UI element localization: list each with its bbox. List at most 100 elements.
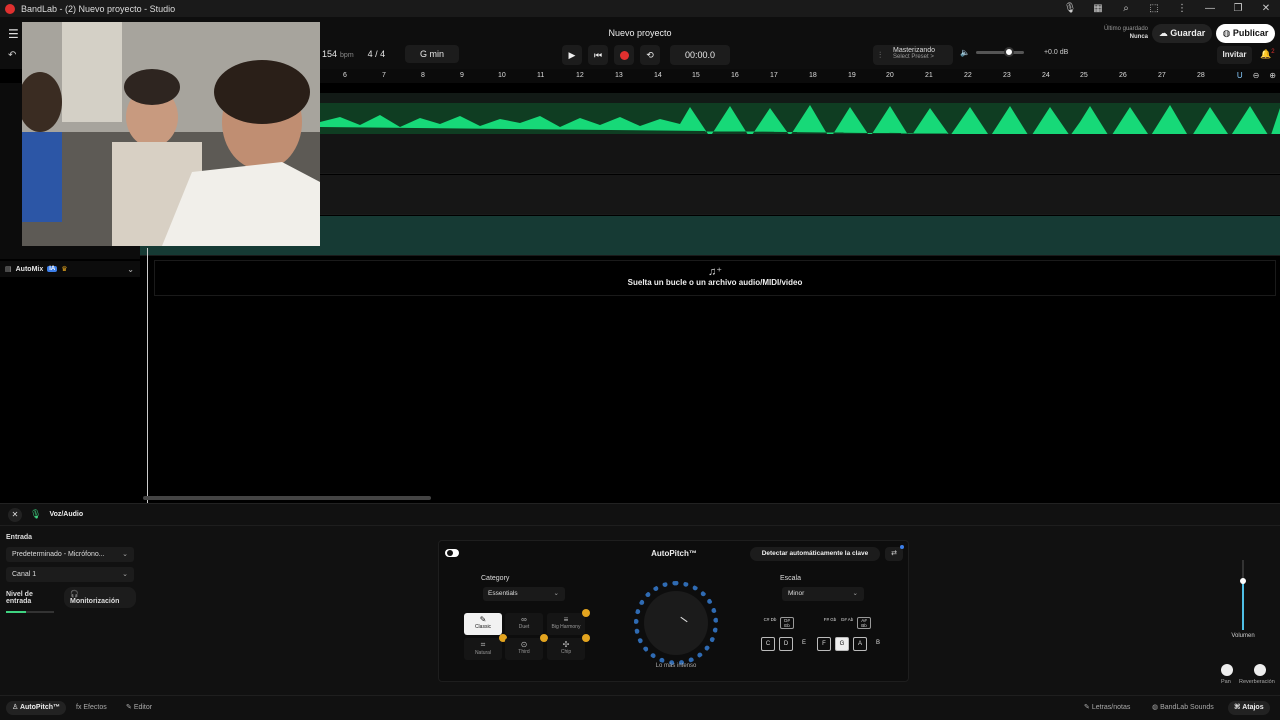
tab-shortcuts[interactable]: ⌘ Atajos bbox=[1228, 701, 1270, 715]
tab-editor[interactable]: ✎ Editor bbox=[120, 701, 158, 715]
ruler-mark: 17 bbox=[770, 72, 778, 79]
record-button[interactable] bbox=[614, 45, 634, 65]
autopitch-title: AutoPitch™ bbox=[651, 549, 697, 558]
mastering-preset: Select Preset > bbox=[893, 54, 934, 60]
tab-autopitch[interactable]: ♙ AutoPitch™ bbox=[6, 701, 67, 715]
preset-big-harmony[interactable]: ≡ Big Harmony bbox=[547, 609, 590, 635]
input-device-select[interactable]: Predeterminado - Micrófono... ⌄ bbox=[6, 547, 134, 562]
key-b[interactable]: B bbox=[871, 637, 885, 651]
key-d-sharp[interactable]: D# Eb bbox=[780, 617, 794, 629]
microphone-icon[interactable]: 🎙 bbox=[1056, 3, 1084, 14]
channel-select[interactable]: Canal 1 ⌄ bbox=[6, 567, 134, 582]
scale-label: Escala bbox=[780, 575, 802, 582]
scale-select[interactable]: Minor ⌄ bbox=[782, 587, 864, 601]
settings-sliders-icon[interactable]: ⇄ bbox=[885, 545, 904, 561]
hamburger-menu-icon[interactable]: ☰ bbox=[8, 27, 20, 41]
pan-label: Pan bbox=[1221, 679, 1231, 685]
tab-lyrics[interactable]: ✎ Letras/notas bbox=[1078, 701, 1136, 715]
save-button[interactable]: ☁ Guardar bbox=[1152, 24, 1212, 43]
autopitch-toggle[interactable] bbox=[445, 549, 459, 557]
zoom-out-icon[interactable]: ⊖ bbox=[1253, 71, 1260, 80]
ruler-mark: 14 bbox=[654, 72, 662, 79]
undo-icon[interactable]: ↶ bbox=[8, 50, 16, 61]
webcam-overlay bbox=[22, 22, 320, 246]
more-icon[interactable]: ⋮ bbox=[1168, 3, 1196, 14]
automix-label: AutoMix bbox=[15, 265, 44, 273]
volume-db: +0.0 dB bbox=[1043, 49, 1069, 56]
mastering-button[interactable]: ⫶ Masterizando Select Preset > bbox=[873, 45, 953, 65]
preset-third[interactable]: ⊙ Third bbox=[505, 634, 548, 660]
volume-thumb[interactable] bbox=[1240, 578, 1246, 584]
restore-icon[interactable]: ❐ bbox=[1224, 3, 1252, 14]
ruler-mark: 28 bbox=[1197, 72, 1205, 79]
key-f[interactable]: F bbox=[817, 637, 831, 651]
timeline-ruler[interactable]: 6 7 8 9 10 11 12 13 14 15 16 17 18 19 20… bbox=[320, 69, 1280, 83]
horizontal-scrollbar[interactable] bbox=[143, 496, 431, 500]
minimize-icon[interactable]: — bbox=[1196, 3, 1224, 14]
automix-row[interactable]: ▤ AutoMix IA ♛ ⌄ bbox=[0, 261, 140, 277]
track-volume-slider[interactable] bbox=[1238, 560, 1248, 630]
key-e[interactable]: E bbox=[797, 637, 811, 651]
detect-key-button[interactable]: Detectar automáticamente la clave bbox=[750, 547, 880, 561]
search-icon[interactable]: ⌕ bbox=[1112, 3, 1140, 14]
ruler-mark: 20 bbox=[886, 72, 894, 79]
harmony-icon: ≡ bbox=[563, 615, 569, 624]
chip-icon: ✣ bbox=[562, 640, 570, 649]
project-name[interactable]: Nuevo proyecto bbox=[540, 28, 740, 38]
intensity-knob-body bbox=[644, 591, 708, 655]
monitoring-button[interactable]: 🎧 Monitorización bbox=[64, 587, 136, 608]
key-f-sharp[interactable]: F# Gb bbox=[823, 617, 837, 629]
key-c[interactable]: C bbox=[761, 637, 775, 651]
input-settings: Entrada Predeterminado - Micrófono... ⌄ C… bbox=[6, 534, 136, 613]
tab-effects[interactable]: fx Efectos bbox=[70, 701, 113, 715]
loop-icon: ⟲ bbox=[646, 49, 654, 60]
close-panel-icon[interactable]: ✕ bbox=[8, 507, 22, 522]
drop-zone[interactable]: ♫⁺ Suelta un bucle o un archivo audio/MI… bbox=[154, 260, 1276, 296]
loop-button[interactable]: ⟲ bbox=[640, 45, 660, 65]
publish-button[interactable]: ◍ Publicar bbox=[1216, 24, 1275, 43]
notification-bell-icon[interactable]: 🔔2 bbox=[1260, 49, 1275, 60]
playhead[interactable] bbox=[147, 248, 148, 503]
pan-knob[interactable] bbox=[1221, 664, 1233, 676]
duet-icon: ∞ bbox=[521, 615, 527, 624]
invite-button[interactable]: Invitar bbox=[1217, 46, 1252, 64]
tempo-meter: 154 bpm 4 / 4 bbox=[322, 45, 385, 63]
premium-lock-icon bbox=[582, 609, 590, 617]
piano-icon[interactable]: ▦ bbox=[1084, 3, 1112, 14]
category-select[interactable]: Essentials ⌄ bbox=[483, 587, 565, 601]
speaker-icon[interactable]: 🔈 bbox=[960, 48, 970, 57]
panel-header: ✕ 🎙 Voz/Audio bbox=[0, 504, 1280, 526]
key-a-sharp[interactable]: A# Bb bbox=[857, 617, 871, 629]
zoom-in-icon[interactable]: ⊕ bbox=[1269, 71, 1276, 80]
preset-duet[interactable]: ∞ Duet bbox=[505, 613, 543, 635]
key-g-sharp[interactable]: G# Ab bbox=[840, 617, 854, 629]
snap-magnet-icon[interactable]: U bbox=[1237, 71, 1243, 80]
rewind-button[interactable]: ⏮ bbox=[588, 45, 608, 65]
time-signature[interactable]: 4 / 4 bbox=[368, 49, 386, 59]
extensions-icon[interactable]: ⬚ bbox=[1140, 3, 1168, 14]
close-window-icon[interactable]: ✕ bbox=[1252, 3, 1280, 14]
window-title: BandLab - (2) Nuevo proyecto - Studio bbox=[21, 3, 176, 14]
master-volume-slider[interactable] bbox=[975, 47, 1024, 57]
ruler-mark: 8 bbox=[421, 72, 425, 79]
key-c-sharp[interactable]: C# Db bbox=[763, 617, 777, 629]
bpm-value[interactable]: 154 bpm bbox=[322, 49, 354, 59]
volume-slider-thumb[interactable] bbox=[1003, 47, 1014, 57]
preset-natural[interactable]: ⌗ Natural bbox=[464, 634, 507, 660]
key-a[interactable]: A bbox=[853, 637, 867, 651]
bandlab-logo-icon bbox=[5, 3, 15, 14]
tab-bandlab-sounds[interactable]: ◍ BandLab Sounds bbox=[1146, 701, 1220, 715]
headphones-icon: 🎧 bbox=[70, 591, 79, 598]
volume-fill bbox=[1242, 580, 1244, 630]
reverb-knob[interactable] bbox=[1254, 664, 1266, 676]
key-d[interactable]: D bbox=[779, 637, 793, 651]
premium-lock-icon bbox=[582, 634, 590, 642]
chevron-down-icon[interactable]: ⌄ bbox=[127, 265, 134, 274]
track-settings-panel: ✕ 🎙 Voz/Audio Entrada Predeterminado - M… bbox=[0, 503, 1280, 720]
preset-chip[interactable]: ✣ Chip bbox=[547, 634, 590, 660]
key-g-selected[interactable]: G bbox=[835, 637, 849, 651]
preset-classic[interactable]: ✎ Classic bbox=[464, 613, 502, 635]
play-button[interactable]: ▶ bbox=[562, 45, 582, 65]
intensity-knob[interactable] bbox=[634, 581, 718, 665]
key-selector[interactable]: G min bbox=[405, 45, 459, 63]
